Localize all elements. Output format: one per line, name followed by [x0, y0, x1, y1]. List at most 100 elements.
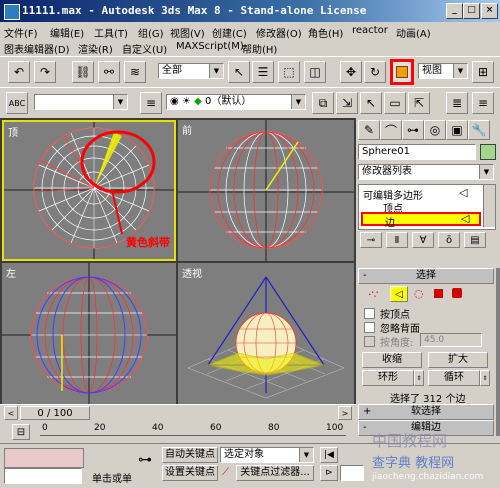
minimize-icon[interactable]: _: [446, 3, 463, 19]
named-selection-sets-dropdown[interactable]: ▼: [34, 94, 128, 110]
menu-reactor[interactable]: reactor: [352, 25, 388, 36]
edge-mode-icon[interactable]: ◁: [390, 286, 408, 302]
menu-graph-editors[interactable]: 图表编辑器(D): [4, 41, 70, 56]
viewport-left[interactable]: 左: [2, 263, 176, 404]
loop-button[interactable]: 循环: [428, 370, 480, 386]
ring-spinner[interactable]: ⇕: [414, 370, 424, 386]
layers-toggle-icon[interactable]: ≡: [472, 92, 494, 114]
time-slider-thumb[interactable]: 0 / 100: [20, 406, 90, 420]
polygon-mode-icon[interactable]: [434, 289, 443, 298]
pivot-center-icon[interactable]: ⊞: [472, 61, 494, 83]
create-layer-icon[interactable]: ⧉: [312, 92, 334, 114]
go-to-start-icon[interactable]: |◀: [320, 447, 338, 463]
next-frame-icon[interactable]: >: [338, 406, 352, 420]
set-current-layer-icon[interactable]: ▭: [384, 92, 406, 114]
stack-scrollbar[interactable]: [483, 185, 495, 227]
object-color-swatch[interactable]: [480, 144, 496, 160]
menu-character[interactable]: 角色(H): [308, 25, 343, 40]
menu-rendering[interactable]: 渲染(R): [78, 41, 113, 56]
element-mode-icon[interactable]: [452, 288, 462, 298]
selection-rollout-header[interactable]: - 选择: [358, 268, 494, 284]
rectangular-selection-icon[interactable]: ⬚: [278, 61, 300, 83]
motion-tab-icon[interactable]: ◎: [424, 120, 446, 140]
border-mode-icon[interactable]: ◌: [414, 287, 424, 300]
layer-props-icon[interactable]: ⇱: [408, 92, 430, 114]
select-layer-objects-icon[interactable]: ↖: [360, 92, 382, 114]
by-angle-checkbox[interactable]: [364, 336, 375, 347]
bind-space-warp-icon[interactable]: ≋: [124, 61, 146, 83]
viewport-front[interactable]: 前: [178, 120, 354, 261]
display-tab-icon[interactable]: ▣: [446, 120, 468, 140]
layer-dropdown[interactable]: ◉ ☀ ◆ 0（默认） ▼: [166, 94, 306, 110]
key-mode-dropdown[interactable]: 选定对象 ▼: [220, 447, 314, 463]
maxscript-mini-listener[interactable]: [4, 468, 82, 484]
add-to-layer-icon[interactable]: ⇲: [336, 92, 358, 114]
scale-icon[interactable]: [390, 59, 414, 85]
make-unique-icon[interactable]: ∀: [412, 232, 434, 248]
menu-customize[interactable]: 自定义(U): [122, 41, 167, 56]
show-end-result-icon[interactable]: Ⅱ: [386, 232, 408, 248]
reference-coordinate-dropdown[interactable]: 视图 ▼: [418, 63, 468, 79]
grow-button[interactable]: 扩大: [428, 352, 488, 368]
modifier-stack[interactable]: 可编辑多边形 ◁ 顶点 边 ◁: [358, 184, 496, 230]
create-tab-icon[interactable]: ✎: [358, 120, 380, 140]
maximize-icon[interactable]: □: [463, 3, 480, 19]
layers-stack-icon[interactable]: ≣: [446, 92, 468, 114]
redo-icon[interactable]: ↷: [34, 61, 56, 83]
menu-maxscript[interactable]: MAXScript(M): [176, 41, 244, 52]
menu-edit[interactable]: 编辑(E): [50, 25, 84, 40]
track-bar[interactable]: ⊟ 0 20 40 60 80 100: [0, 421, 356, 443]
unlink-icon[interactable]: ⚯: [98, 61, 120, 83]
menu-help[interactable]: 帮助(H): [242, 41, 277, 56]
mini-curve-editor-icon[interactable]: ⊟: [12, 424, 30, 440]
ignore-backfacing-checkbox[interactable]: [364, 322, 375, 333]
key-icon[interactable]: ⊶: [138, 452, 152, 468]
remove-modifier-icon[interactable]: ō: [438, 232, 460, 248]
vertex-mode-icon[interactable]: ·∵: [368, 288, 379, 301]
set-key-button[interactable]: 设置关键点: [162, 465, 218, 481]
window-crossing-icon[interactable]: ◫: [304, 61, 326, 83]
modifier-list-dropdown[interactable]: 修改器列表 ▼: [358, 164, 494, 180]
stack-item-edge-selected[interactable]: 边 ◁: [361, 212, 481, 229]
menu-modifiers[interactable]: 修改器(O): [256, 25, 302, 40]
soft-selection-rollout-header[interactable]: + 软选择: [358, 404, 494, 420]
menu-animation[interactable]: 动画(A): [396, 25, 431, 40]
by-vertex-checkbox[interactable]: [364, 308, 375, 319]
close-icon[interactable]: ×: [481, 3, 498, 19]
key-filters-button[interactable]: 关键点过滤器...: [236, 465, 314, 481]
key-mode-toggle-icon[interactable]: ⊳: [320, 465, 338, 481]
menu-group[interactable]: 组(G): [138, 25, 164, 40]
maxscript-listener[interactable]: [4, 448, 84, 468]
hierarchy-tab-icon[interactable]: ⊶: [402, 120, 424, 140]
configure-sets-icon[interactable]: ▤: [464, 232, 486, 248]
angle-value-field[interactable]: 45.0: [420, 333, 482, 347]
menu-file[interactable]: 文件(F): [4, 25, 38, 40]
utilities-tab-icon[interactable]: 🔧: [468, 120, 490, 140]
select-link-icon[interactable]: ⛓: [72, 61, 94, 83]
loop-spinner[interactable]: ⇕: [480, 370, 490, 386]
rotate-icon[interactable]: ↻: [364, 61, 386, 83]
menu-tools[interactable]: 工具(T): [94, 25, 128, 40]
menu-bar: 文件(F) 编辑(E) 工具(T) 组(G) 视图(V) 创建(C) 修改器(O…: [0, 22, 500, 56]
time-slider[interactable]: < 0 / 100 >: [0, 404, 356, 421]
prev-frame-icon[interactable]: <: [4, 406, 18, 420]
select-object-icon[interactable]: ↖: [228, 61, 250, 83]
panel-scrollbar[interactable]: [496, 268, 500, 436]
menu-views[interactable]: 视图(V): [170, 25, 205, 40]
undo-icon[interactable]: ↶: [8, 61, 30, 83]
viewport-perspective[interactable]: 透视: [178, 263, 354, 404]
object-name-field[interactable]: Sphere01: [358, 144, 476, 160]
viewport-top[interactable]: 顶 黄色斜带: [2, 120, 176, 261]
shrink-button[interactable]: 收缩: [362, 352, 422, 368]
modify-tab-icon[interactable]: ⌒: [380, 120, 402, 140]
selection-filter-dropdown[interactable]: 全部 ▼: [158, 63, 224, 79]
layer-manager-icon[interactable]: ≡: [140, 92, 162, 114]
ring-button[interactable]: 环形: [362, 370, 414, 386]
auto-key-button[interactable]: 自动关键点: [162, 447, 218, 463]
move-icon[interactable]: ✥: [340, 61, 362, 83]
menu-create[interactable]: 创建(C): [212, 25, 247, 40]
current-frame-field[interactable]: [340, 465, 364, 481]
keyboard-shortcut-override-icon[interactable]: ABC: [6, 92, 28, 114]
select-by-name-icon[interactable]: ☰: [252, 61, 274, 83]
pin-stack-icon[interactable]: ⊸: [360, 232, 382, 248]
